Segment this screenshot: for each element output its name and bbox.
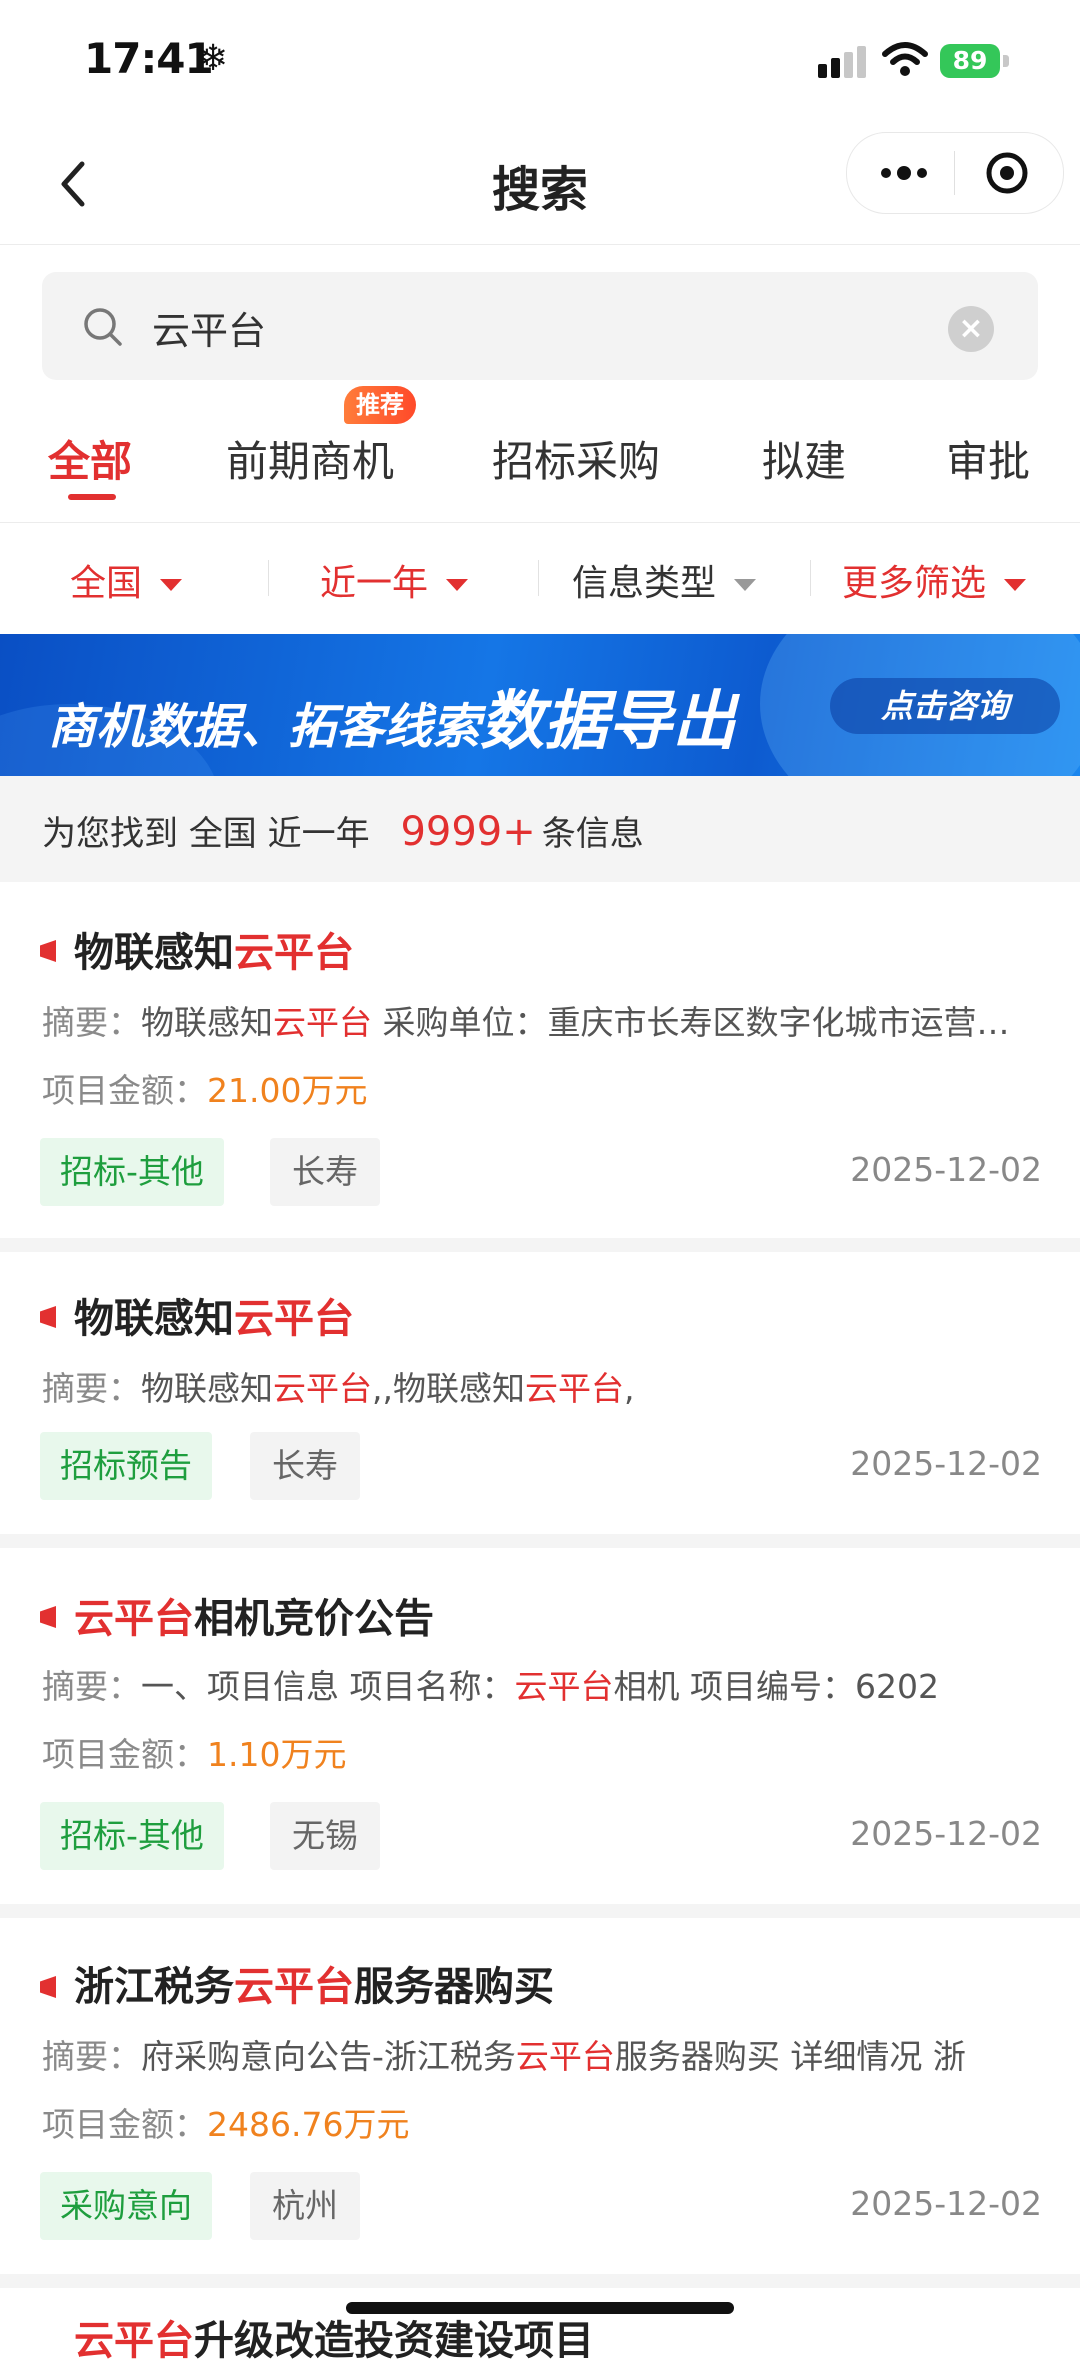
flag-icon — [40, 940, 56, 962]
filter-more[interactable]: 更多筛选 — [842, 554, 1027, 606]
category-tabs: 全部 前期商机 推荐 招标采购 拟建 审批 — [0, 386, 1080, 523]
result-amount: 项目金额：1.10万元 — [42, 1735, 347, 1774]
next-result-title[interactable]: 云平台升级改造投资建设项目 — [74, 2308, 594, 2366]
result-title: 物联感知云平台 — [74, 1296, 354, 1342]
snowflake-icon: ❄ — [198, 38, 229, 79]
caret-down-icon — [160, 579, 183, 591]
city-tag: 长寿 — [250, 1432, 360, 1500]
type-tag: 招标预告 — [40, 1432, 212, 1500]
flag-icon — [40, 1606, 56, 1628]
clear-icon[interactable]: × — [948, 306, 994, 352]
result-title: 浙江税务云平台服务器购买 — [74, 1964, 554, 2010]
result-date: 2025-12-02 — [850, 1150, 1042, 1189]
mini-program-capsule — [846, 132, 1064, 214]
result-amount: 项目金额：21.00万元 — [42, 1071, 368, 1110]
filter-info-type[interactable]: 信息类型 — [572, 554, 757, 606]
search-input[interactable]: 云平台 × — [42, 272, 1038, 380]
tab-bidding[interactable]: 招标采购 — [492, 428, 660, 489]
close-miniprogram-icon[interactable] — [985, 151, 1029, 195]
nav-bar: 搜索 — [0, 120, 1080, 245]
battery-icon: 89 — [940, 44, 1010, 78]
flag-icon — [40, 1976, 56, 1998]
battery-level: 89 — [952, 46, 988, 75]
cellular-signal-icon — [818, 46, 866, 78]
caret-down-icon — [1004, 579, 1027, 591]
tab-early-opportunities[interactable]: 前期商机 — [226, 428, 394, 489]
filter-region[interactable]: 全国 — [70, 554, 183, 606]
wifi-icon — [882, 42, 928, 76]
recommend-badge: 推荐 — [344, 386, 416, 424]
caret-down-icon — [734, 579, 757, 591]
result-title: 物联感知云平台 — [74, 930, 354, 976]
result-card[interactable]: 物联感知云平台 摘要：物联感知云平台,,物联感知云平台, 招标预告 长寿 202… — [0, 1252, 1080, 1534]
tab-approval[interactable]: 审批 — [946, 428, 1030, 489]
tab-all[interactable]: 全部 — [48, 428, 132, 489]
data-export-banner[interactable]: 商机数据、拓客线索数据导出 点击咨询 — [0, 634, 1080, 776]
result-date: 2025-12-02 — [850, 1444, 1042, 1483]
result-card[interactable]: 云平台相机竞价公告 摘要：一、项目信息 项目名称：云平台相机 项目编号：6202… — [0, 1548, 1080, 1904]
result-amount: 项目金额：2486.76万元 — [42, 2105, 410, 2144]
home-indicator[interactable] — [346, 2302, 734, 2314]
result-abstract: 摘要：物联感知云平台,,物联感知云平台, — [42, 1369, 635, 1408]
consult-button[interactable]: 点击咨询 — [830, 678, 1060, 734]
caret-down-icon — [446, 579, 469, 591]
type-tag: 采购意向 — [40, 2172, 212, 2240]
result-abstract: 摘要：物联感知云平台 采购单位：重庆市长寿区数字化城市运营管理中心 — [42, 1003, 1042, 1042]
result-card[interactable]: 浙江税务云平台服务器购买 摘要：府采购意向公告-浙江税务云平台服务器购买 详细情… — [0, 1918, 1080, 2274]
result-title: 云平台相机竞价公告 — [74, 1596, 434, 1642]
search-query: 云平台 — [152, 309, 267, 353]
result-abstract: 摘要：府采购意向公告-浙江税务云平台服务器购买 详细情况 浙 — [42, 2037, 966, 2076]
filter-bar: 全国 近一年 信息类型 更多筛选 — [0, 524, 1080, 634]
flag-icon — [40, 1306, 56, 1328]
city-tag: 无锡 — [270, 1802, 380, 1870]
city-tag: 杭州 — [250, 2172, 360, 2240]
result-abstract: 摘要：一、项目信息 项目名称：云平台相机 项目编号：6202 — [42, 1667, 939, 1706]
more-dots-icon[interactable] — [877, 153, 931, 193]
status-time: 17:41 — [84, 34, 214, 83]
result-card[interactable]: 物联感知云平台 摘要：物联感知云平台 采购单位：重庆市长寿区数字化城市运营管理中… — [0, 882, 1080, 1238]
type-tag: 招标-其他 — [40, 1138, 224, 1206]
search-icon — [84, 308, 122, 346]
result-count: 9999+ — [400, 809, 536, 855]
filter-period[interactable]: 近一年 — [320, 554, 469, 606]
banner-headline: 商机数据、拓客线索数据导出 — [48, 685, 737, 759]
active-tab-indicator — [68, 494, 116, 500]
result-date: 2025-12-02 — [850, 1814, 1042, 1853]
status-bar: 17:41 ❄ 89 — [0, 0, 1080, 120]
city-tag: 长寿 — [270, 1138, 380, 1206]
tab-proposed[interactable]: 拟建 — [762, 428, 846, 489]
type-tag: 招标-其他 — [40, 1802, 224, 1870]
result-summary: 为您找到 全国 近一年 9999+ 条信息 — [0, 776, 1080, 882]
result-date: 2025-12-02 — [850, 2184, 1042, 2223]
